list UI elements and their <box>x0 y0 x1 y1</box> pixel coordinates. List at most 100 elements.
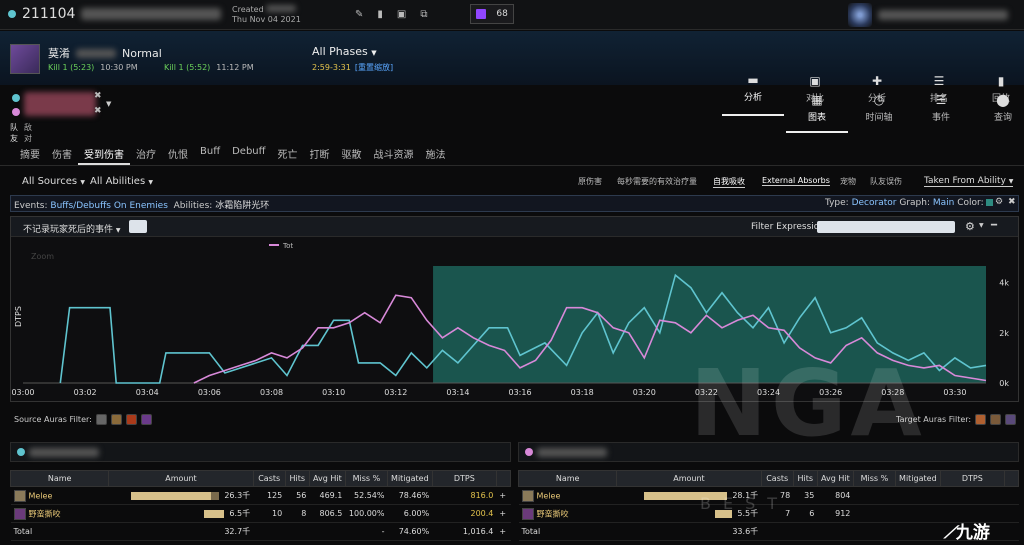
events-value[interactable]: Buffs/Debuffs On Enemies <box>50 201 168 211</box>
col-miss[interactable]: Miss % <box>852 470 897 487</box>
tab-interrupts[interactable]: 打断 <box>304 140 336 165</box>
type-value[interactable]: Decorator <box>852 198 897 208</box>
col-name[interactable]: Name <box>9 470 110 487</box>
main-nav-analysis[interactable]: ▬ 分析 <box>722 62 784 116</box>
color-swatch[interactable] <box>986 199 994 206</box>
ability-name[interactable]: Melee <box>29 491 53 500</box>
aura-beast-icon[interactable] <box>975 414 987 425</box>
nav-label: 图表 <box>807 113 826 123</box>
legend-label[interactable]: Tot <box>282 242 293 250</box>
watermark-sub: BEST <box>700 494 790 513</box>
option-raw-damage[interactable]: 原伤害 <box>578 176 602 187</box>
tab-damage-taken[interactable]: 受到伤害 <box>78 140 130 165</box>
created-date: Thu Nov 04 2021 <box>232 15 301 24</box>
option-self-absorb[interactable]: 自我吸收 <box>713 176 745 188</box>
sources-dropdown[interactable]: All Sources ▼ <box>22 176 85 187</box>
twitch-button[interactable]: 68 <box>470 4 514 24</box>
aura-claw-icon[interactable] <box>110 414 122 425</box>
color-label: Color: <box>957 198 984 208</box>
col-casts[interactable]: Casts <box>252 470 286 487</box>
expand-icon[interactable]: + <box>496 504 511 523</box>
avg-hit-value: 912 <box>817 504 854 523</box>
close-icon[interactable]: ✖ <box>94 106 102 116</box>
trash-icon[interactable]: ▮ <box>377 9 383 20</box>
tab-dispels[interactable]: 驱散 <box>336 140 368 165</box>
tab-healing[interactable]: 治疗 <box>130 140 162 165</box>
lock-icon[interactable]: ▣ <box>397 9 406 20</box>
tab-resources[interactable]: 战斗资源 <box>368 140 420 165</box>
tab-threat[interactable]: 仇恨 <box>162 140 194 165</box>
col-casts[interactable]: Casts <box>760 470 794 487</box>
abilities-value[interactable]: 冰霜陷阱光环 <box>215 201 269 211</box>
close-icon[interactable]: ✖ <box>94 91 102 101</box>
report-tools: ✎ ▮ ▣ ⧉ <box>355 9 428 20</box>
kill-entry-1[interactable]: Kill 1 (5:23) 10:30 PM <box>48 63 138 72</box>
ability-name[interactable]: 野蛮撕咬 <box>537 509 569 518</box>
ability-name[interactable]: Melee <box>537 491 561 500</box>
gear-icon[interactable]: ⚙ <box>995 197 1003 207</box>
col-amount[interactable]: Amount <box>108 470 254 487</box>
aura-claw-icon[interactable] <box>990 414 1002 425</box>
ability-name[interactable]: 野蛮撕咬 <box>29 509 61 518</box>
total-label: Total <box>518 522 617 541</box>
col-dtps[interactable]: DTPS <box>939 470 1005 487</box>
col-mitigated[interactable]: Mitigated <box>895 470 941 487</box>
aura-spirit-icon[interactable] <box>1005 414 1017 425</box>
view-nav-query[interactable]: ⬤ 查询 <box>972 94 1024 133</box>
minimize-icon[interactable]: ━ <box>991 220 997 231</box>
close-icon[interactable]: ✖ <box>1008 197 1016 207</box>
graph-value[interactable]: Main <box>933 198 955 208</box>
expand-icon[interactable]: + <box>496 522 511 541</box>
tab-buffs[interactable]: Buff <box>194 140 226 165</box>
view-nav-timeline[interactable]: ◷ 时间轴 <box>848 94 910 133</box>
aura-fire-icon[interactable] <box>125 414 137 425</box>
abilities-dropdown[interactable]: All Abilities ▼ <box>90 176 153 187</box>
col-avg-hit[interactable]: Avg Hit <box>308 470 346 487</box>
caret-down-icon: ▼ <box>1008 178 1014 185</box>
view-nav-charts[interactable]: ▦ 图表 <box>786 94 848 133</box>
tab-debuffs[interactable]: Debuff <box>226 140 271 165</box>
taken-from-dropdown[interactable]: Taken From Ability ▼ <box>924 176 1014 187</box>
col-amount[interactable]: Amount <box>616 470 762 487</box>
view-nav-events[interactable]: ☰ 事件 <box>910 94 972 133</box>
option-external-absorbs[interactable]: External Absorbs <box>762 176 830 186</box>
kill-entry-2[interactable]: Kill 1 (5:52) 11:12 PM <box>164 63 254 72</box>
col-mitigated[interactable]: Mitigated <box>387 470 433 487</box>
aura-shield-icon[interactable] <box>95 414 107 425</box>
sources-label: All Sources <box>22 176 78 187</box>
copy-icon[interactable]: ⧉ <box>420 9 427 20</box>
edit-icon[interactable]: ✎ <box>355 9 363 20</box>
expand-icon[interactable]: + <box>496 486 511 505</box>
caret-down-icon[interactable]: ▼ <box>979 222 984 229</box>
col-hits[interactable]: Hits <box>284 470 310 487</box>
toggle-box[interactable] <box>129 220 147 233</box>
col-name[interactable]: Name <box>517 470 618 487</box>
option-friendly-fire[interactable]: 队友误伤 <box>870 176 902 187</box>
miss-value: 52.54% <box>345 486 388 505</box>
amount-value: 26.3千 <box>224 491 251 500</box>
player-dot <box>12 94 20 102</box>
option-effective-healing[interactable]: 每秒需要的有效治疗量 <box>617 176 697 187</box>
tab-summary[interactable]: 摘要 <box>14 140 46 165</box>
tab-casts[interactable]: 施法 <box>420 140 452 165</box>
tab-deaths[interactable]: 死亡 <box>272 140 304 165</box>
taken-from-label: Taken From Ability <box>924 176 1006 186</box>
col-expand <box>1003 470 1020 487</box>
filter-expression-input[interactable] <box>817 221 955 233</box>
phases-dropdown[interactable]: All Phases ▼ <box>312 45 377 58</box>
fight-selector[interactable]: 莫淆 Normal <box>48 45 162 61</box>
col-miss[interactable]: Miss % <box>344 470 389 487</box>
gear-icon[interactable]: ⚙ <box>965 220 975 233</box>
caret-down-icon[interactable]: ▼ <box>106 100 111 108</box>
option-pets[interactable]: 宠物 <box>840 176 856 187</box>
user-avatar[interactable] <box>848 3 872 27</box>
aura-spirit-icon[interactable] <box>140 414 152 425</box>
death-filter-dropdown[interactable]: 不记录玩家死后的事件 ▼ <box>23 222 121 235</box>
reset-zoom-link[interactable]: [重置缩放] <box>355 63 393 72</box>
table-row[interactable]: Melee 26.3千 125 56 469.1 52.54% 78.46% 8… <box>10 486 511 505</box>
table-row[interactable]: 野蛮撕咬 6.5千 10 8 806.5 100.00% 6.00% 200.4… <box>10 504 511 523</box>
col-dtps[interactable]: DTPS <box>431 470 497 487</box>
tab-damage-done[interactable]: 伤害 <box>46 140 78 165</box>
col-hits[interactable]: Hits <box>792 470 818 487</box>
col-avg-hit[interactable]: Avg Hit <box>816 470 854 487</box>
